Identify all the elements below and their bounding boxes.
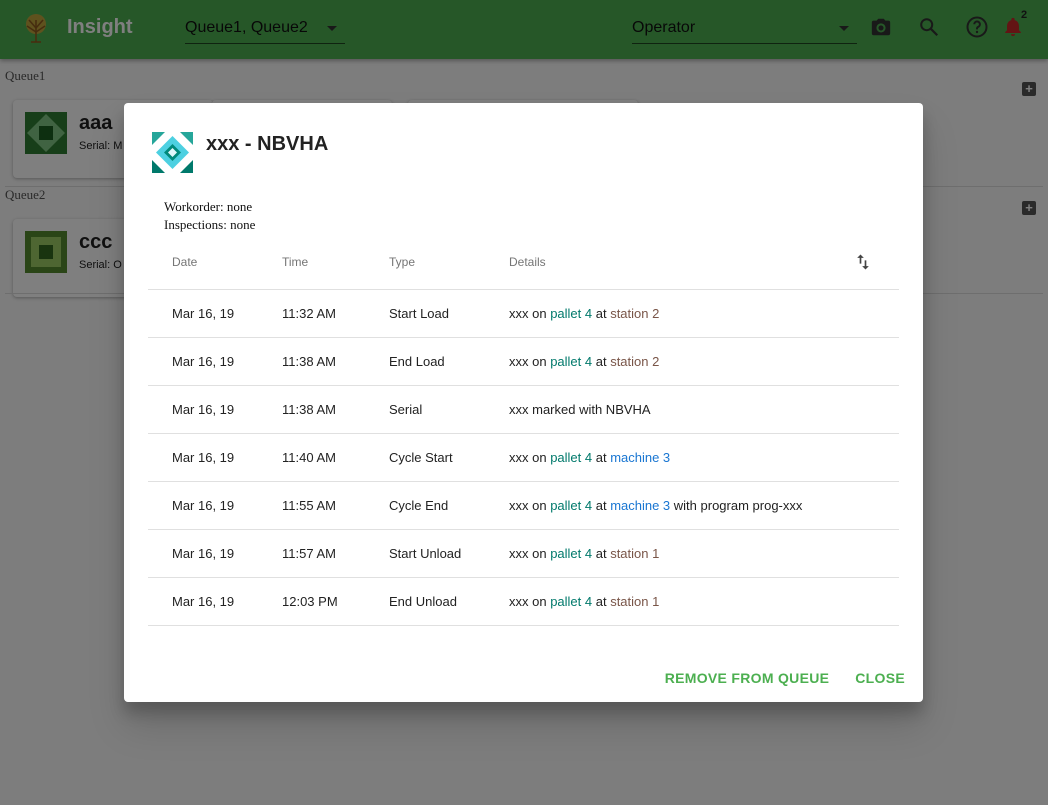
- dialog-title: xxx - NBVHA: [206, 133, 329, 155]
- machine-link: machine 3: [610, 450, 671, 465]
- station-link: station 1: [610, 546, 660, 561]
- cell-date: Mar 16, 19: [172, 402, 235, 417]
- station-link: station 1: [610, 594, 660, 609]
- machine-link: machine 3: [610, 498, 671, 513]
- cell-type: End Load: [389, 354, 445, 369]
- sort-icon[interactable]: [853, 252, 873, 272]
- close-button[interactable]: CLOSE: [855, 670, 905, 686]
- table-row: Mar 16, 19 12:03 PM End Unload xxx on palle…: [148, 578, 899, 626]
- dialog-actions: REMOVE FROM QUEUE CLOSE: [665, 670, 905, 686]
- column-header-time[interactable]: Time: [282, 255, 308, 269]
- pallet-link: pallet 4: [550, 498, 593, 513]
- cell-type: Cycle Start: [389, 450, 453, 465]
- quilt-icon: [152, 132, 193, 173]
- cell-time: 11:32 AM: [282, 306, 336, 321]
- remove-from-queue-button[interactable]: REMOVE FROM QUEUE: [665, 670, 830, 686]
- cell-time: 12:03 PM: [282, 594, 338, 609]
- station-link: station 2: [610, 354, 660, 369]
- details-text: xxx on: [509, 450, 551, 465]
- station-link: station 2: [610, 306, 660, 321]
- table-header: Date Time Type Details: [148, 241, 899, 290]
- cell-time: 11:40 AM: [282, 450, 336, 465]
- cell-time: 11:38 AM: [282, 354, 336, 369]
- details-text: xxx on: [509, 306, 551, 321]
- table-body: Mar 16, 19 11:32 AM Start Load xxx on palle…: [148, 290, 899, 626]
- cell-time: 11:57 AM: [282, 546, 336, 561]
- pallet-link: pallet 4: [550, 450, 593, 465]
- details-text: xxx on: [509, 354, 551, 369]
- table-row: Mar 16, 19 11:38 AM Serial xxx marked with …: [148, 386, 899, 434]
- details-text: xxx on: [509, 498, 551, 513]
- table-row: Mar 16, 19 11:32 AM Start Load xxx on palle…: [148, 290, 899, 338]
- cell-details: xxx on pallet 4 at station 2: [509, 306, 659, 321]
- inspections-text: Inspections: none: [164, 217, 256, 232]
- table-row: Mar 16, 19 11:40 AM Cycle Start xxx on pall…: [148, 434, 899, 482]
- pallet-link: pallet 4: [550, 354, 593, 369]
- details-text: xxx on: [509, 594, 551, 609]
- details-text: with program prog-xxx: [670, 498, 803, 513]
- cell-type: End Unload: [389, 594, 457, 609]
- cell-details: xxx on pallet 4 at station 2: [509, 354, 659, 369]
- table-row: Mar 16, 19 11:57 AM Start Unload xxx on pal…: [148, 530, 899, 578]
- table-row: Mar 16, 19 11:55 AM Cycle End xxx on pallet…: [148, 482, 899, 530]
- pallet-link: pallet 4: [550, 306, 593, 321]
- cell-time: 11:38 AM: [282, 402, 336, 417]
- cell-date: Mar 16, 19: [172, 546, 235, 561]
- workorder-text: Workorder: none: [164, 199, 253, 214]
- details-text: at: [592, 306, 611, 321]
- cell-time: 11:55 AM: [282, 498, 336, 513]
- cell-details: xxx marked with NBVHA: [509, 402, 651, 417]
- cell-date: Mar 16, 19: [172, 498, 235, 513]
- cell-date: Mar 16, 19: [172, 594, 235, 609]
- cell-date: Mar 16, 19: [172, 450, 235, 465]
- details-text: at: [592, 546, 611, 561]
- details-text: at: [592, 450, 611, 465]
- event-table: Date Time Type Details Mar 16, 19 11:32 A…: [148, 241, 899, 626]
- cell-details: xxx on pallet 4 at station 1: [509, 594, 659, 609]
- details-text: at: [592, 498, 611, 513]
- details-text: xxx on: [509, 546, 551, 561]
- cell-type: Start Load: [389, 306, 449, 321]
- details-text: at: [592, 354, 611, 369]
- cell-type: Cycle End: [389, 498, 449, 513]
- cell-type: Serial: [389, 402, 423, 417]
- cell-date: Mar 16, 19: [172, 306, 235, 321]
- cell-date: Mar 16, 19: [172, 354, 235, 369]
- details-text: xxx marked with NBVHA: [509, 402, 651, 417]
- pallet-link: pallet 4: [550, 594, 593, 609]
- cell-details: xxx on pallet 4 at machine 3 with progra…: [509, 498, 802, 513]
- table-row: Mar 16, 19 11:38 AM End Load xxx on pallet …: [148, 338, 899, 386]
- material-details-dialog: xxx - NBVHA Workorder: none Inspections:…: [124, 103, 923, 702]
- cell-details: xxx on pallet 4 at station 1: [509, 546, 659, 561]
- details-text: at: [592, 594, 611, 609]
- cell-details: xxx on pallet 4 at machine 3: [509, 450, 670, 465]
- column-header-details[interactable]: Details: [509, 255, 546, 269]
- column-header-type[interactable]: Type: [389, 255, 415, 269]
- pallet-link: pallet 4: [550, 546, 593, 561]
- cell-type: Start Unload: [389, 546, 462, 561]
- column-header-date[interactable]: Date: [172, 255, 197, 269]
